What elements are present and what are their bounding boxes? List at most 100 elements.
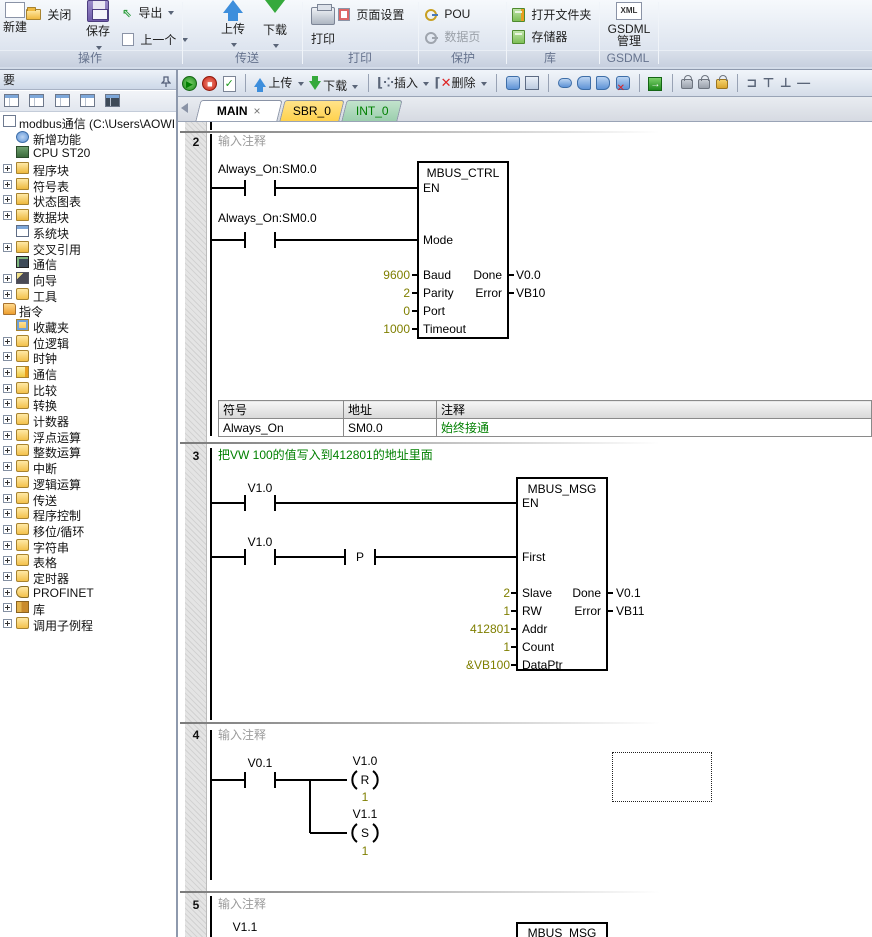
sidebar-item[interactable]: 工具: [0, 287, 176, 303]
sidebar-item[interactable]: 逻辑运算: [0, 475, 176, 491]
expander-plus-icon[interactable]: [3, 494, 12, 503]
cancel-edit-button[interactable]: ✕: [616, 73, 630, 93]
network-4-comment[interactable]: 输入注释: [218, 728, 266, 742]
upload-toolbar-button[interactable]: 上传: [254, 73, 303, 93]
insert-button[interactable]: ⌊⁘插入: [377, 73, 429, 93]
wire-line-down-button[interactable]: ⊤: [763, 73, 775, 93]
operand-value[interactable]: 2: [438, 586, 510, 600]
expander-plus-icon[interactable]: [3, 556, 12, 565]
sidebar-item[interactable]: 比较: [0, 381, 176, 397]
symbol-header-cell[interactable]: 符号: [219, 401, 344, 419]
sidebar-item[interactable]: 传送: [0, 491, 176, 507]
operand-value[interactable]: 412801: [438, 622, 510, 636]
expander-plus-icon[interactable]: [3, 603, 12, 612]
expander-plus-icon[interactable]: [3, 180, 12, 189]
expander-plus-icon[interactable]: [3, 337, 12, 346]
upload-toolbar-caret-icon[interactable]: [298, 82, 304, 86]
box-element-button[interactable]: [558, 73, 572, 93]
wire-line-up-button[interactable]: ⊥: [780, 73, 792, 93]
expander-plus-icon[interactable]: [3, 541, 12, 550]
operand-value[interactable]: V0.1: [616, 586, 641, 600]
expander-plus-icon[interactable]: [3, 384, 12, 393]
expander-plus-icon[interactable]: [3, 478, 12, 487]
lock-button[interactable]: [681, 73, 693, 93]
expander-plus-icon[interactable]: [3, 415, 12, 424]
download-dropdown-caret-icon[interactable]: [273, 44, 279, 48]
operand-value[interactable]: &VB100: [438, 658, 510, 672]
expander-plus-icon[interactable]: [3, 274, 12, 283]
expander-plus-icon[interactable]: [3, 195, 12, 204]
pou-tile-button[interactable]: [525, 73, 539, 93]
coil-label[interactable]: V1.0: [350, 754, 380, 768]
contact-label[interactable]: Always_On:SM0.0: [218, 162, 317, 176]
expander-plus-icon[interactable]: [3, 399, 12, 408]
gsdml-manage-button[interactable]: XML GSDML管理: [602, 2, 656, 47]
contact-label[interactable]: V1.0: [245, 535, 275, 549]
sidebar-item[interactable]: 向导: [0, 271, 176, 287]
expander-plus-icon[interactable]: [3, 446, 12, 455]
upload-dropdown-caret-icon[interactable]: [231, 43, 237, 47]
network-5-comment[interactable]: 输入注释: [218, 897, 266, 911]
operand-value[interactable]: 9600: [350, 268, 410, 282]
operand-value[interactable]: VB10: [516, 286, 545, 300]
sidebar-item[interactable]: 浮点运算: [0, 428, 176, 444]
data-block-view-icon[interactable]: [55, 94, 70, 107]
expander-plus-icon[interactable]: [3, 211, 12, 220]
reset-coil-letter[interactable]: R: [355, 773, 375, 787]
delete-caret-icon[interactable]: [481, 82, 487, 86]
operand-value[interactable]: 1: [355, 844, 375, 858]
download-toolbar-caret-icon[interactable]: [352, 85, 358, 89]
sidebar-item[interactable]: 通信: [0, 255, 176, 271]
insert-caret-icon[interactable]: [423, 82, 429, 86]
wire-branch-down-button[interactable]: ⊐: [746, 73, 757, 93]
sidebar-item[interactable]: 位逻辑: [0, 334, 176, 350]
contact-label[interactable]: V1.0: [245, 481, 275, 495]
open-folder-button[interactable]: 打开文件夹: [512, 6, 591, 23]
previous-button[interactable]: 上一个: [122, 31, 188, 48]
operand-value[interactable]: 1: [438, 640, 510, 654]
edge-contact-letter[interactable]: P: [345, 550, 375, 564]
expander-plus-icon[interactable]: [3, 243, 12, 252]
set-coil-letter[interactable]: S: [355, 826, 375, 840]
operand-value[interactable]: 2: [350, 286, 410, 300]
expander-plus-icon[interactable]: [3, 588, 12, 597]
export-dropdown-caret-icon[interactable]: [168, 11, 174, 15]
sidebar-item[interactable]: 库: [0, 600, 176, 616]
expander-plus-icon[interactable]: [3, 509, 12, 518]
sidebar-item[interactable]: 系统块: [0, 224, 176, 240]
operand-value[interactable]: 1: [438, 604, 510, 618]
expander-plus-icon[interactable]: [3, 619, 12, 628]
sidebar-item[interactable]: 交叉引用: [0, 240, 176, 256]
address-cell[interactable]: SM0.0: [344, 419, 437, 437]
sidebar-item[interactable]: 计数器: [0, 412, 176, 428]
symbol-table-view-icon[interactable]: [4, 94, 19, 107]
empty-selection-box[interactable]: [612, 752, 712, 802]
contact-label[interactable]: V1.1: [230, 920, 260, 934]
mbus-ctrl-block-title[interactable]: MBUS_CTRL: [418, 166, 508, 180]
sidebar-item[interactable]: 字符串: [0, 538, 176, 554]
close-button[interactable]: 关闭: [26, 6, 71, 23]
expander-plus-icon[interactable]: [3, 290, 12, 299]
status-chart-view-icon[interactable]: [29, 94, 44, 107]
mbus-msg-block-title[interactable]: MBUS_MSG: [517, 482, 607, 496]
tab-close-icon[interactable]: ×: [254, 104, 261, 118]
sidebar-item[interactable]: modbus通信 (C:\Users\AOWID\: [0, 114, 176, 130]
mbus-msg-block-title[interactable]: MBUS_MSG: [517, 926, 607, 937]
download-button[interactable]: 下载: [254, 0, 296, 52]
sidebar-item[interactable]: 整数运算: [0, 443, 176, 459]
sidebar-item[interactable]: 指令: [0, 302, 176, 318]
address-header-cell[interactable]: 地址: [344, 401, 437, 419]
network-3-comment[interactable]: 把VW 100的值写入到412801的地址里面: [218, 448, 433, 462]
pou-button[interactable]: POU: [424, 6, 470, 21]
pou-cascade-button[interactable]: [506, 73, 520, 93]
contact-label[interactable]: Always_On:SM0.0: [218, 211, 317, 225]
sidebar-item[interactable]: 转换: [0, 396, 176, 412]
redo-button[interactable]: [596, 73, 610, 93]
wire-line-button[interactable]: —: [797, 73, 810, 93]
save-button[interactable]: 保存: [80, 0, 116, 53]
unlock-button[interactable]: [698, 73, 710, 93]
delete-button[interactable]: ⌈✕删除: [435, 73, 487, 93]
sidebar-item[interactable]: 程序块: [0, 161, 176, 177]
expander-plus-icon[interactable]: [3, 572, 12, 581]
sidebar-item[interactable]: 时钟: [0, 349, 176, 365]
